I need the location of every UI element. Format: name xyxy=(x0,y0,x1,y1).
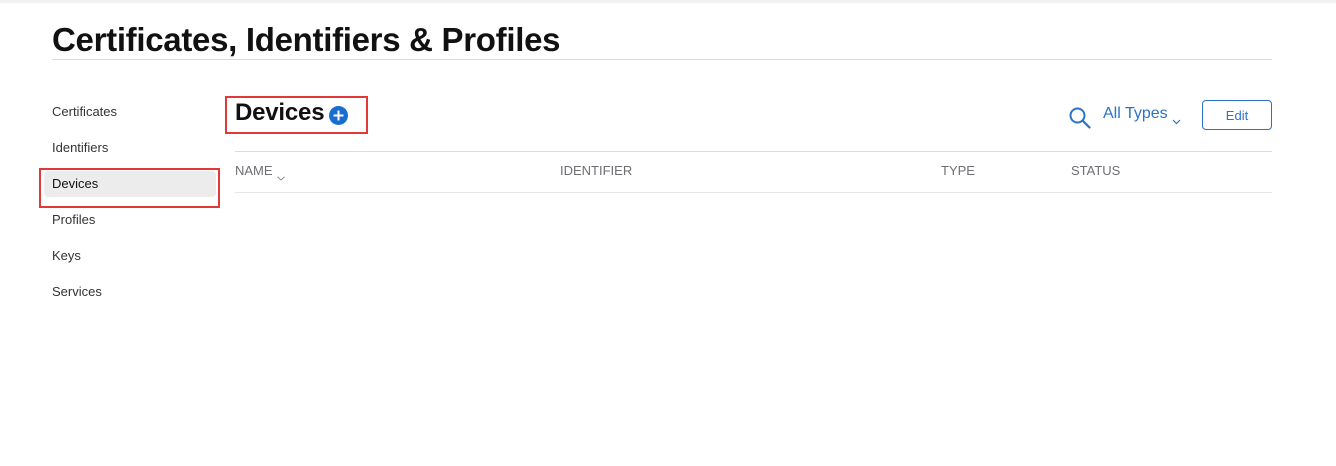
sidebar-item-identifiers[interactable]: Identifiers xyxy=(44,135,216,161)
search-icon[interactable] xyxy=(1068,106,1092,130)
table-top-divider xyxy=(235,151,1272,152)
sidebar-item-devices[interactable]: Devices xyxy=(44,171,216,197)
column-header-type: TYPE xyxy=(941,163,975,178)
chevron-down-icon xyxy=(276,169,285,181)
type-filter-label: All Types xyxy=(1103,105,1168,122)
edit-button[interactable]: Edit xyxy=(1202,100,1272,130)
column-header-name[interactable]: NAME xyxy=(235,163,285,181)
sidebar: Certificates Identifiers Devices Profile… xyxy=(44,99,216,315)
developer-portal-page: Certificates, Identifiers & Profiles Cer… xyxy=(0,0,1336,466)
sidebar-item-services[interactable]: Services xyxy=(44,279,216,305)
section-header: Devices xyxy=(235,99,349,127)
section-title: Devices xyxy=(235,99,325,126)
page-title: Certificates, Identifiers & Profiles xyxy=(52,21,561,58)
column-header-identifier: IDENTIFIER xyxy=(560,163,633,178)
sidebar-item-keys[interactable]: Keys xyxy=(44,243,216,269)
column-header-status: STATUS xyxy=(1071,163,1121,178)
sidebar-item-certificates[interactable]: Certificates xyxy=(44,99,216,125)
table-header-divider xyxy=(235,192,1272,193)
column-header-name-label: NAME xyxy=(235,163,273,178)
type-filter-dropdown[interactable]: All Types xyxy=(1103,105,1181,125)
chevron-down-icon xyxy=(1172,112,1181,125)
title-divider xyxy=(52,59,1272,60)
plus-circle-icon[interactable] xyxy=(329,105,349,125)
sidebar-item-profiles[interactable]: Profiles xyxy=(44,207,216,233)
